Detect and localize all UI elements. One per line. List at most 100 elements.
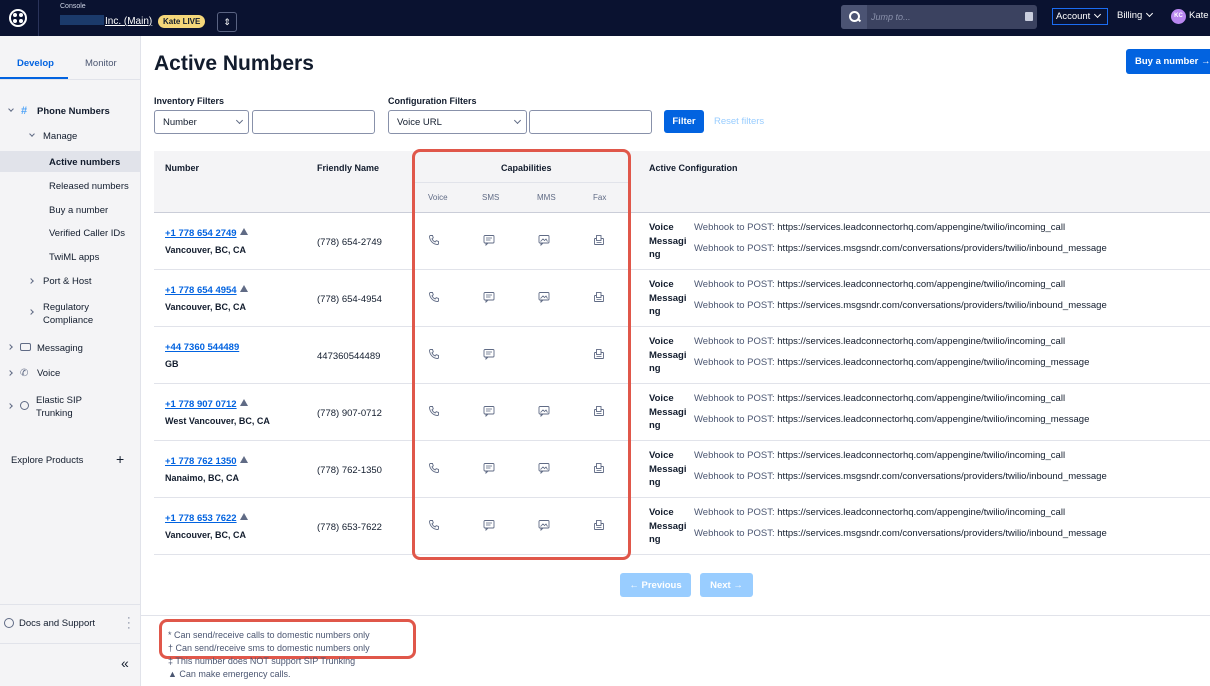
sidebar-docs-and-support[interactable]: Docs and Support bbox=[19, 618, 95, 629]
redacted-account-name bbox=[60, 15, 104, 25]
config-messaging-label-line2: ng bbox=[649, 306, 661, 317]
account-menu[interactable]: Account bbox=[1052, 8, 1108, 25]
filter-button[interactable]: Filter bbox=[664, 110, 704, 133]
chevron-down-icon bbox=[1146, 9, 1154, 18]
number-location: GB bbox=[165, 359, 179, 369]
tab-monitor[interactable]: Monitor bbox=[85, 58, 117, 69]
inventory-filter-select[interactable]: Number bbox=[154, 110, 249, 134]
chevron-right-icon[interactable] bbox=[7, 344, 13, 350]
table-row: +1 778 762 1350 Nanaimo, BC, CA (778) 762-… bbox=[154, 441, 1210, 498]
config-messaging-label-line1: Messagi bbox=[649, 349, 687, 361]
sip-trunking-icon bbox=[20, 401, 29, 410]
sidebar-item-port-host[interactable]: Port & Host bbox=[43, 276, 92, 287]
webhook-prefix: Webhook to POST: bbox=[694, 300, 775, 311]
chevron-right-icon[interactable] bbox=[28, 278, 34, 284]
phone-number-link[interactable]: +1 778 654 2749 bbox=[165, 228, 248, 239]
phone-number-link[interactable]: +1 778 653 7622 bbox=[165, 513, 248, 524]
plus-icon[interactable]: + bbox=[116, 451, 124, 467]
webhook-prefix: Webhook to POST: bbox=[694, 528, 775, 539]
column-header-active-configuration: Active Configuration bbox=[649, 163, 738, 173]
sidebar: Develop Monitor # Phone Numbers Manage A… bbox=[0, 36, 141, 686]
inventory-filter-value: Number bbox=[163, 117, 197, 128]
account-menu-label: Account bbox=[1056, 11, 1091, 22]
chevron-down-icon[interactable] bbox=[8, 106, 14, 112]
config-voice-label: Voice bbox=[649, 450, 674, 461]
inventory-filters-label: Inventory Filters bbox=[154, 96, 225, 106]
phone-icon: ✆ bbox=[20, 368, 29, 379]
sidebar-item-manage[interactable]: Manage bbox=[43, 131, 77, 142]
account-name-link[interactable]: Inc. (Main) bbox=[60, 15, 152, 27]
sidebar-item-twiml-apps[interactable]: TwiML apps bbox=[49, 252, 99, 263]
messaging-webhook: Webhook to POST: https://services.msgsnd… bbox=[694, 528, 1107, 539]
sidebar-tabs: Develop Monitor bbox=[0, 36, 141, 80]
webhook-prefix: Webhook to POST: bbox=[694, 450, 775, 461]
top-navigation-bar: Console Inc. (Main) Kate LIVE ⇕ Account … bbox=[0, 0, 1210, 36]
friendly-name: (778) 654-2749 bbox=[317, 237, 382, 248]
phone-number-text: +44 7360 544489 bbox=[165, 342, 240, 353]
chevron-right-icon[interactable] bbox=[28, 309, 34, 315]
live-badge: Kate LIVE bbox=[158, 15, 206, 28]
sidebar-item-verified-caller-ids[interactable]: Verified Caller IDs bbox=[49, 228, 125, 239]
keyboard-shortcut-icon bbox=[1025, 12, 1033, 21]
more-options-icon[interactable]: · · · bbox=[127, 613, 131, 634]
tab-develop[interactable]: Develop bbox=[17, 58, 54, 69]
sidebar-item-elastic-sip-line2[interactable]: Trunking bbox=[36, 408, 73, 419]
account-switcher-button[interactable]: ⇕ bbox=[217, 12, 237, 32]
inventory-filter-input[interactable] bbox=[252, 110, 375, 134]
user-name[interactable]: Kate bbox=[1189, 10, 1209, 21]
jump-to-input[interactable] bbox=[871, 9, 1011, 25]
phone-number-link[interactable]: +1 778 762 1350 bbox=[165, 456, 248, 467]
search-icon bbox=[841, 5, 867, 29]
config-messaging-label-line2: ng bbox=[649, 534, 661, 545]
phone-number-link[interactable]: +1 778 654 4954 bbox=[165, 285, 248, 296]
friendly-name: 447360544489 bbox=[317, 351, 381, 362]
page-title: Active Numbers bbox=[154, 52, 314, 75]
sidebar-item-regulatory-line2[interactable]: Compliance bbox=[43, 315, 93, 326]
config-voice-label: Voice bbox=[649, 279, 674, 290]
billing-menu[interactable]: Billing bbox=[1117, 9, 1154, 21]
topbar-divider bbox=[38, 0, 39, 36]
sidebar-item-messaging[interactable]: Messaging bbox=[37, 343, 83, 354]
user-avatar[interactable]: KC bbox=[1171, 9, 1186, 24]
messaging-webhook-url: https://services.leadconnectorhq.com/app… bbox=[777, 414, 1090, 425]
phone-number-text: +1 778 654 2749 bbox=[165, 228, 237, 239]
sidebar-explore-products[interactable]: Explore Products bbox=[11, 455, 83, 466]
chevron-right-icon[interactable] bbox=[7, 370, 13, 376]
twilio-logo-icon[interactable] bbox=[9, 9, 27, 27]
buy-a-number-button[interactable]: Buy a number → bbox=[1126, 49, 1210, 74]
sidebar-item-elastic-sip-line1[interactable]: Elastic SIP bbox=[36, 395, 82, 406]
config-messaging-label-line2: ng bbox=[649, 477, 661, 488]
next-page-button[interactable]: Next → bbox=[700, 573, 753, 597]
chevron-down-icon[interactable] bbox=[29, 131, 35, 137]
messaging-webhook: Webhook to POST: https://services.leadco… bbox=[694, 357, 1089, 368]
sidebar-item-active-numbers[interactable]: Active numbers bbox=[49, 157, 120, 168]
chevron-right-icon[interactable] bbox=[7, 403, 13, 409]
phone-number-link[interactable]: +44 7360 544489 bbox=[165, 342, 239, 353]
voice-webhook-url: https://services.leadconnectorhq.com/app… bbox=[777, 336, 1066, 347]
sidebar-item-voice[interactable]: Voice bbox=[37, 368, 60, 379]
config-messaging-label-line1: Messagi bbox=[649, 520, 687, 532]
jump-to-search[interactable] bbox=[841, 5, 1037, 29]
webhook-prefix: Webhook to POST: bbox=[694, 243, 775, 254]
phone-number-link[interactable]: +1 778 907 0712 bbox=[165, 399, 248, 410]
previous-page-button[interactable]: ← Previous bbox=[620, 573, 691, 597]
footer-divider bbox=[141, 615, 1210, 616]
configuration-filter-select[interactable]: Voice URL bbox=[388, 110, 527, 134]
sidebar-item-buy-a-number[interactable]: Buy a number bbox=[49, 205, 108, 216]
sidebar-item-released-numbers[interactable]: Released numbers bbox=[49, 181, 129, 192]
legend-domestic-sms: † Can send/receive sms to domestic numbe… bbox=[168, 643, 370, 653]
sidebar-item-regulatory-line1[interactable]: Regulatory bbox=[43, 302, 89, 313]
sidebar-item-phone-numbers[interactable]: Phone Numbers bbox=[37, 106, 110, 117]
webhook-prefix: Webhook to POST: bbox=[694, 279, 775, 290]
legend-domestic-calls: * Can send/receive calls to domestic num… bbox=[168, 630, 370, 640]
webhook-prefix: Webhook to POST: bbox=[694, 471, 775, 482]
config-messaging-label-line2: ng bbox=[649, 420, 661, 431]
table-row: +44 7360 544489 GB 447360544489 Voice Messag… bbox=[154, 327, 1210, 384]
config-voice-label: Voice bbox=[649, 336, 674, 347]
reset-filters-link[interactable]: Reset filters bbox=[714, 116, 764, 127]
emergency-triangle-icon bbox=[239, 513, 248, 520]
collapse-sidebar-icon[interactable]: « bbox=[121, 655, 129, 671]
table-row: +1 778 654 4954 Vancouver, BC, CA (778) 65… bbox=[154, 270, 1210, 327]
voice-webhook-url: https://services.leadconnectorhq.com/app… bbox=[777, 507, 1066, 518]
configuration-filter-input[interactable] bbox=[529, 110, 652, 134]
